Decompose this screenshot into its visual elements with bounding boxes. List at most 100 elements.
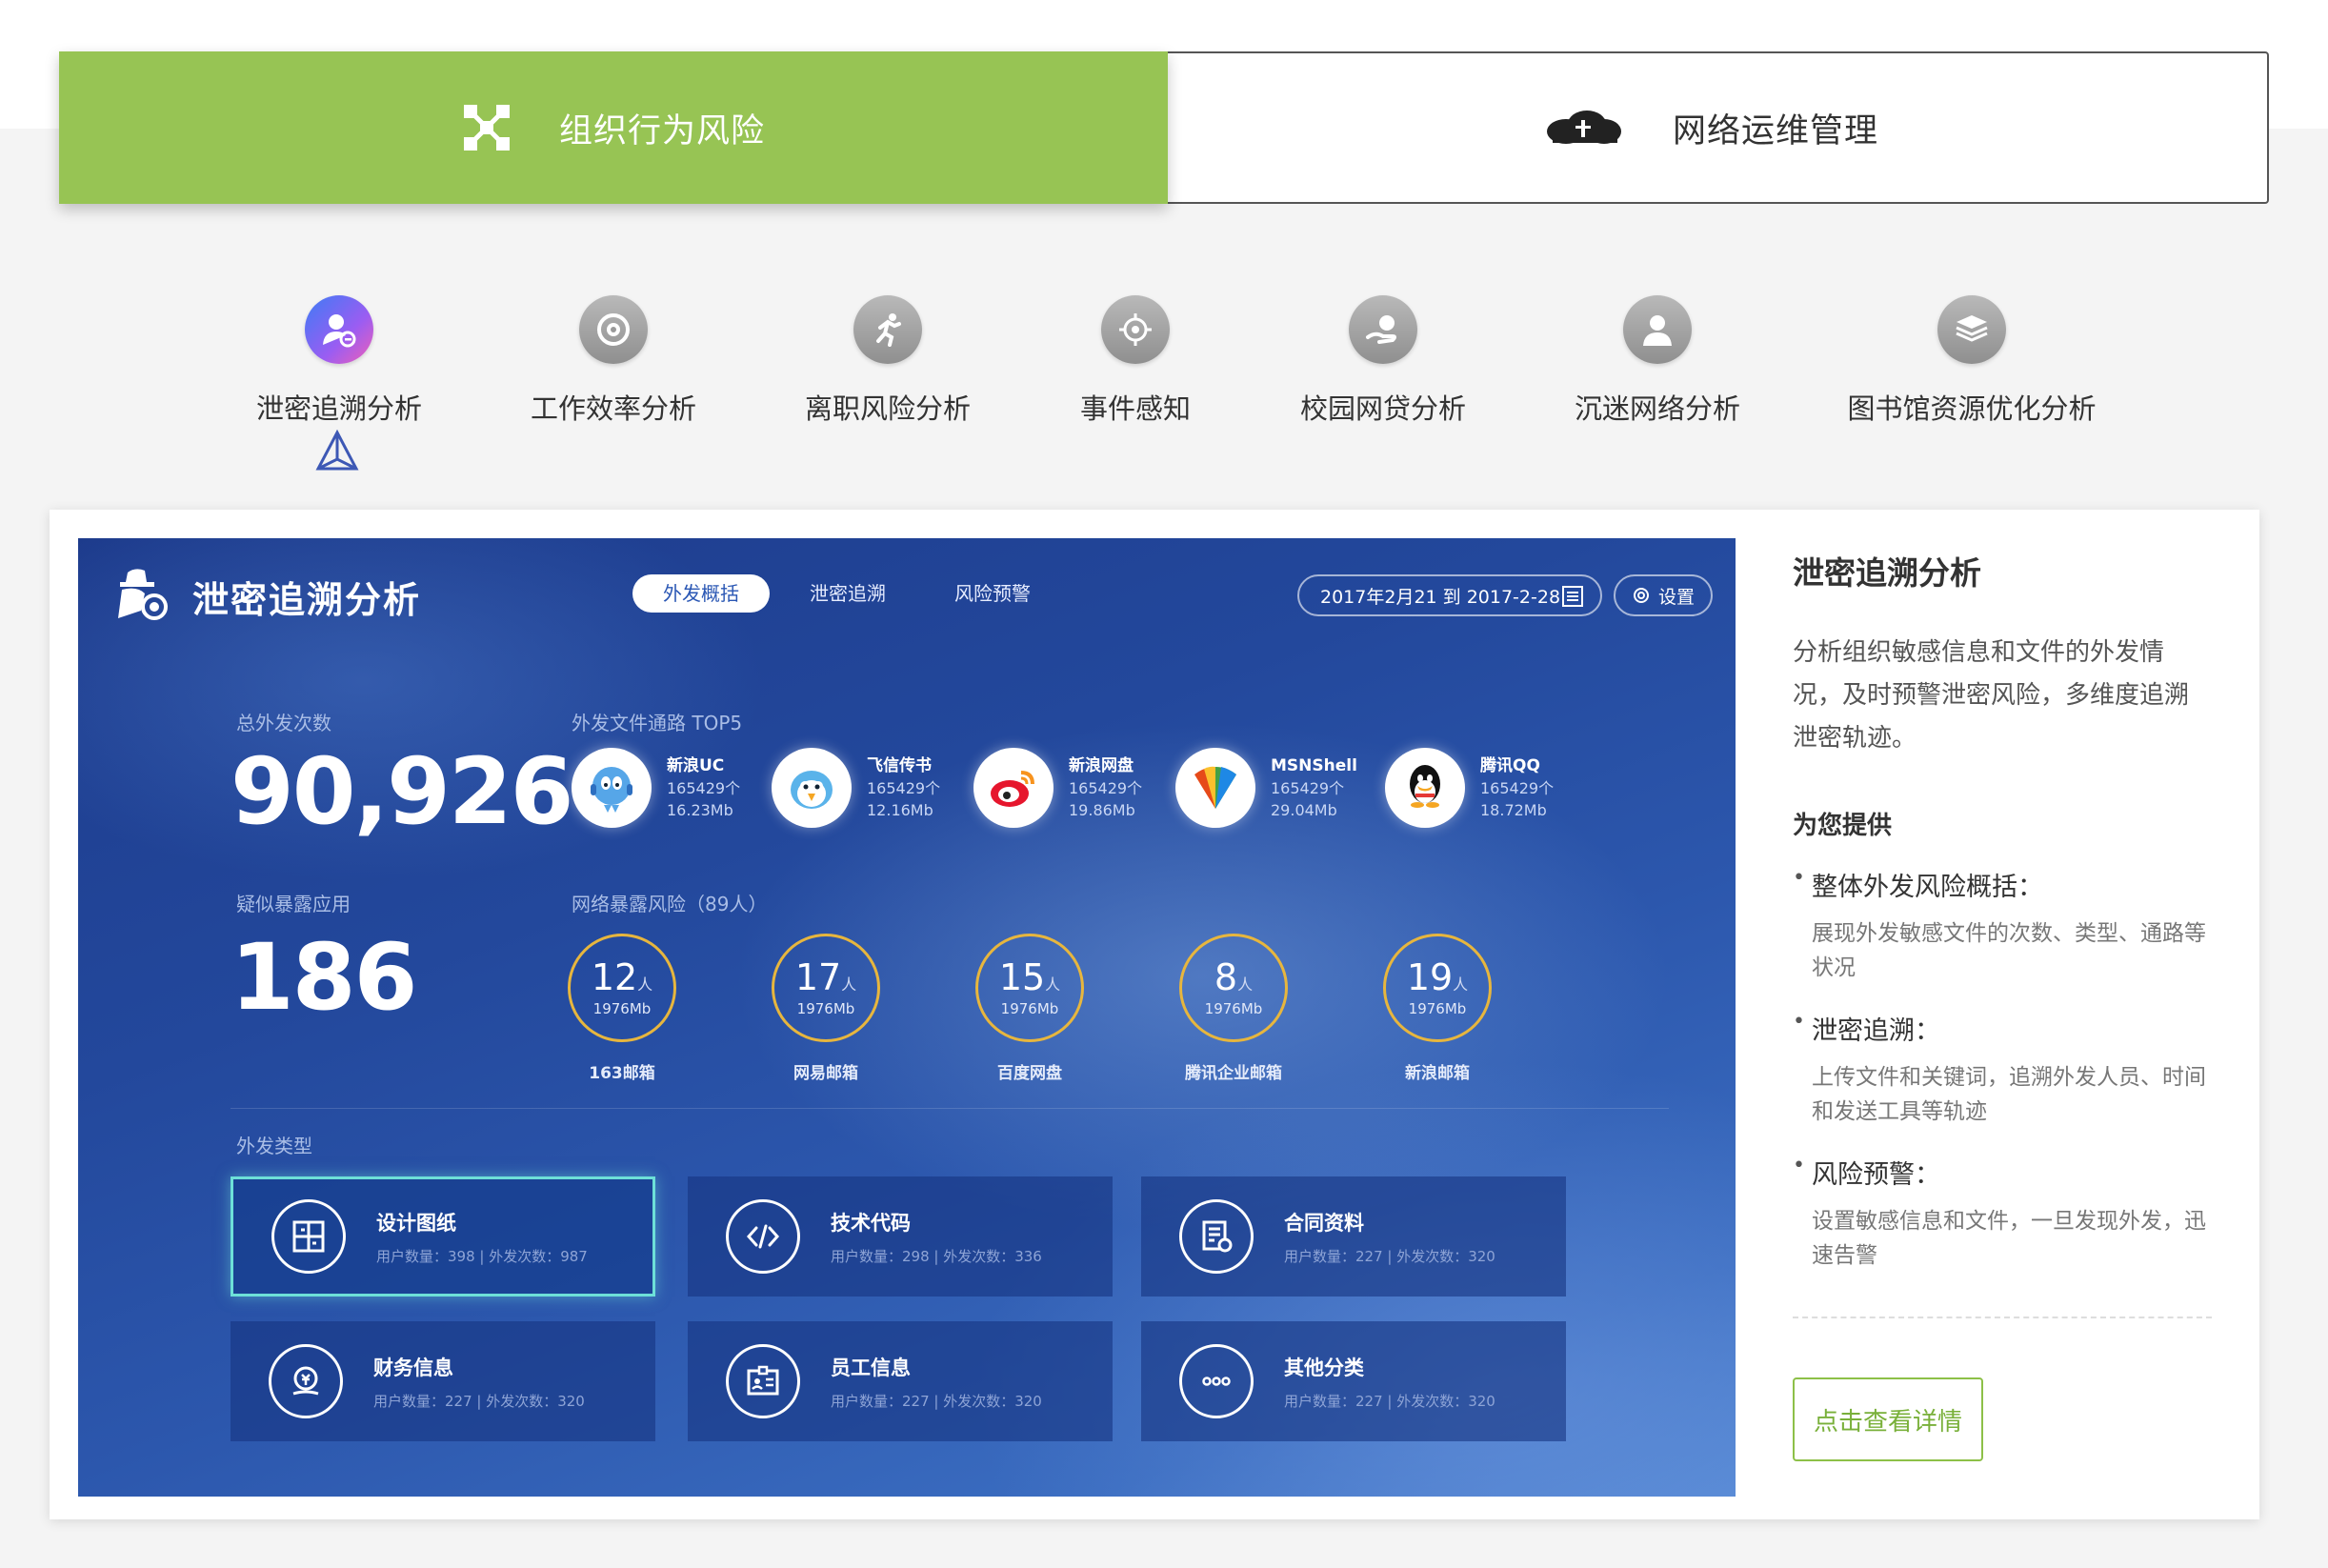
dashboard-preview: 泄密追溯分析 外发概括 泄密追溯 风险预警 2017年2月21 到 2017-2… <box>78 538 1736 1497</box>
type-card-design-drawings[interactable]: 设计图纸 用户数量：398 | 外发次数：987 <box>231 1176 655 1297</box>
date-range-picker[interactable]: 2017年2月21 到 2017-2-28 <box>1297 574 1602 616</box>
type-name: 财务信息 <box>373 1356 453 1379</box>
feature-resignation-risk[interactable]: 离职风险分析 <box>764 295 1012 427</box>
channel-name: 新浪网盘 <box>1069 755 1134 775</box>
type-name: 合同资料 <box>1284 1211 1364 1235</box>
feature-event-awareness[interactable]: 事件感知 <box>1012 295 1259 427</box>
type-stats: 用户数量：227 | 外发次数：320 <box>373 1392 585 1410</box>
risk-ring[interactable]: 17人 1976Mb <box>772 934 880 1042</box>
type-card-contracts[interactable]: 合同资料 用户数量：227 | 外发次数：320 <box>1141 1176 1566 1297</box>
msn-icon <box>1175 748 1255 828</box>
risk-ring[interactable]: 15人 1976Mb <box>975 934 1084 1042</box>
type-card-tech-code[interactable]: 技术代码 用户数量：298 | 外发次数：336 <box>688 1176 1113 1297</box>
settings-button[interactable]: 设置 <box>1614 574 1713 616</box>
risk-unit: 人 <box>1237 975 1254 994</box>
feature-item-desc: 设置敏感信息和文件，一旦发现外发，迅速告警 <box>1812 1209 2206 1268</box>
tab-label: 组织行为风险 <box>558 111 765 151</box>
dashboard-title: 泄密追溯分析 <box>192 579 422 621</box>
gear-icon <box>1633 588 1649 603</box>
hand-coin-icon <box>1349 295 1417 364</box>
user-icon <box>1623 295 1692 364</box>
risk-size: 1976Mb <box>1408 1000 1467 1017</box>
channel-item[interactable]: MSNShell 165429个 29.04Mb <box>1175 748 1357 828</box>
feature-item-title: 整体外发风险概括： <box>1793 866 2212 903</box>
sina-uc-icon <box>572 748 652 828</box>
send-types-label: 外发类型 <box>236 1135 312 1157</box>
risk-name: 腾讯企业邮箱 <box>1185 1064 1282 1083</box>
risk-count: 15 <box>998 956 1046 998</box>
channel-count: 165429个 <box>1069 778 1143 797</box>
type-stats: 用户数量：298 | 外发次数：336 <box>831 1247 1042 1265</box>
risk-unit: 人 <box>1453 975 1469 994</box>
network-nodes-icon <box>463 105 510 151</box>
channel-size: 19.86Mb <box>1069 800 1135 819</box>
feature-item-desc: 展现外发敏感文件的次数、类型、通路等状况 <box>1812 921 2206 980</box>
feature-list: 整体外发风险概括： 展现外发敏感文件的次数、类型、通路等状况 泄密追溯： 上传文… <box>1793 866 2212 1273</box>
feature-label: 离职风险分析 <box>804 392 971 425</box>
type-card-employee-info[interactable]: 员工信息 用户数量：227 | 外发次数：320 <box>688 1321 1113 1441</box>
feature-label: 事件感知 <box>1079 392 1191 425</box>
type-stats: 用户数量：227 | 外发次数：320 <box>1284 1392 1495 1410</box>
calendar-list-icon <box>1562 586 1583 607</box>
type-stats: 用户数量：227 | 外发次数：320 <box>831 1392 1042 1410</box>
risk-unit: 人 <box>841 975 857 994</box>
feature-item-title: 泄密追溯： <box>1793 1010 2212 1047</box>
risk-ring[interactable]: 8人 1976Mb <box>1179 934 1288 1042</box>
feature-library-optimization[interactable]: 图书馆资源优化分析 <box>1848 295 2097 427</box>
total-sends-value: 90,926 <box>231 738 573 845</box>
channel-item[interactable]: 新浪UC 165429个 16.23Mb <box>572 748 740 828</box>
clock-icon <box>579 295 648 364</box>
type-name: 员工信息 <box>831 1356 911 1379</box>
risk-ring[interactable]: 12人 1976Mb <box>568 934 676 1042</box>
channel-name: 新浪UC <box>667 755 725 775</box>
side-title: 泄密追溯分析 <box>1793 554 1981 592</box>
dash-tab-overview[interactable]: 外发概括 <box>632 574 770 613</box>
feature-list-item: 风险预警： 设置敏感信息和文件，一旦发现外发，迅速告警 <box>1793 1154 2212 1273</box>
risk-ring[interactable]: 19人 1976Mb <box>1383 934 1492 1042</box>
feature-leak-trace[interactable]: 泄密追溯分析 <box>215 295 463 427</box>
channel-item[interactable]: 飞信传书 165429个 12.16Mb <box>772 748 940 828</box>
view-details-button[interactable]: 点击查看详情 <box>1793 1377 1983 1461</box>
type-name: 设计图纸 <box>376 1211 456 1235</box>
feature-internet-addiction[interactable]: 沉迷网络分析 <box>1534 295 1781 427</box>
risk-label: 网络暴露风险（89人） <box>572 893 768 915</box>
feature-label: 泄密追溯分析 <box>255 392 422 425</box>
channel-count: 165429个 <box>867 778 941 797</box>
risk-name: 163邮箱 <box>589 1064 655 1083</box>
code-icon <box>726 1199 800 1274</box>
qq-icon <box>1385 748 1465 828</box>
feature-label: 校园网贷分析 <box>1299 392 1466 425</box>
risk-count: 19 <box>1406 956 1454 998</box>
risk-count: 12 <box>591 956 638 998</box>
contract-icon <box>1179 1199 1254 1274</box>
type-name: 其他分类 <box>1284 1356 1364 1379</box>
risk-name: 新浪邮箱 <box>1405 1064 1470 1083</box>
channel-item[interactable]: 新浪网盘 165429个 19.86Mb <box>973 748 1142 828</box>
more-icon <box>1179 1344 1254 1418</box>
dash-tab-leak-trace[interactable]: 泄密追溯 <box>779 574 916 613</box>
tab-network-operations[interactable]: 网络运维管理 <box>1153 51 2269 204</box>
cloud-icon <box>1546 111 1621 144</box>
type-card-finance[interactable]: 财务信息 用户数量：227 | 外发次数：320 <box>231 1321 655 1441</box>
risk-unit: 人 <box>637 975 653 994</box>
type-card-other[interactable]: 其他分类 用户数量：227 | 外发次数：320 <box>1141 1321 1566 1441</box>
channel-size: 16.23Mb <box>667 800 733 819</box>
feature-campus-loan[interactable]: 校园网贷分析 <box>1259 295 1507 427</box>
active-pointer-icon <box>315 429 359 471</box>
risk-count: 8 <box>1214 956 1238 998</box>
dash-tab-risk-alert[interactable]: 风险预警 <box>924 574 1061 613</box>
tab-organization-behavior-risk[interactable]: 组织行为风险 <box>59 51 1168 204</box>
blueprint-icon <box>271 1199 346 1274</box>
risk-size: 1976Mb <box>592 1000 652 1017</box>
channel-size: 18.72Mb <box>1480 800 1547 819</box>
risk-size: 1976Mb <box>1204 1000 1263 1017</box>
channel-item[interactable]: 腾讯QQ 165429个 18.72Mb <box>1385 748 1554 828</box>
feature-list-item: 整体外发风险概括： 展现外发敏感文件的次数、类型、通路等状况 <box>1793 866 2212 985</box>
provide-heading: 为您提供 <box>1793 812 1893 840</box>
risk-size: 1976Mb <box>1000 1000 1059 1017</box>
type-name: 技术代码 <box>831 1211 911 1235</box>
suspect-apps-label: 疑似暴露应用 <box>236 893 351 915</box>
feature-work-efficiency[interactable]: 工作效率分析 <box>490 295 737 427</box>
divider <box>231 1108 1669 1109</box>
dashed-divider <box>1793 1317 2212 1318</box>
